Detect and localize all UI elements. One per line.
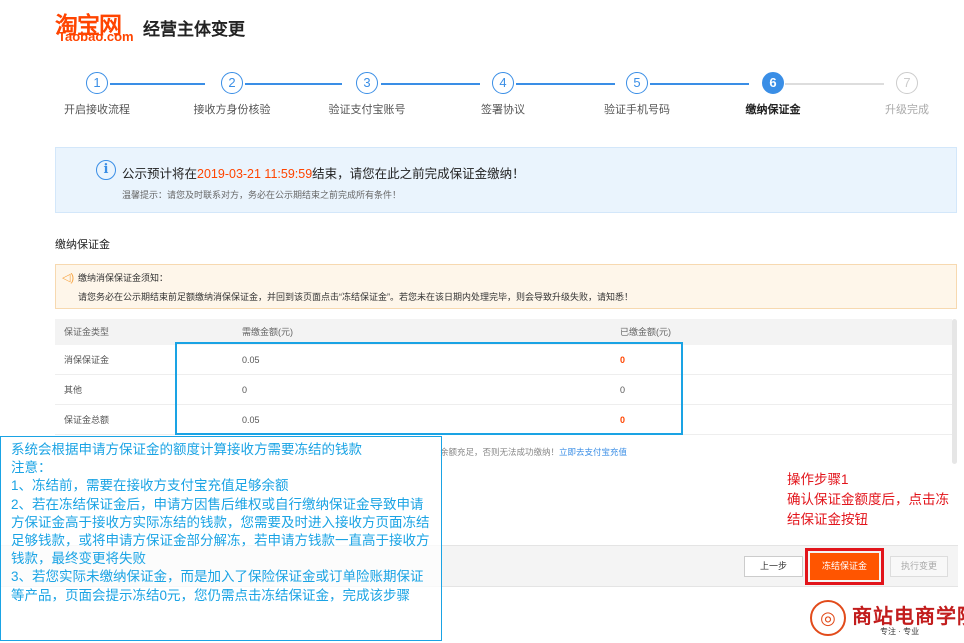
academy-watermark: ◎ 商站电商学院 专注 · 专业 (810, 600, 964, 640)
note-line: 2、若在冻结保证金后，申请方因售后维权或自行缴纳保证金导致申请方保证金高于接收方… (11, 496, 430, 567)
warning-title: 缴纳消保保证金须知： (78, 273, 169, 283)
note-line: 系统会根据申请方保证金的额度计算接收方需要冻结的钱款 (11, 442, 362, 457)
step-6: 6 缴纳保证金 (713, 72, 833, 117)
step-label: 接收方身份核验 (193, 104, 271, 116)
notice-suffix: 结束，请您在此之前完成保证金缴纳！ (312, 167, 525, 181)
info-icon: i (96, 160, 116, 180)
step-label: 缴纳保证金 (745, 104, 801, 116)
notice-tip: 温馨提示：请您及时联系对方，务必在公示期结束之前完成所有条件！ (122, 190, 402, 200)
warning-text: 请您务必在公示期结束前足额缴纳消保保证金，并回到该页面点击“冻结保证金”。若您未… (78, 292, 633, 302)
step-1: 1 开启接收流程 (37, 72, 157, 117)
section-title: 缴纳保证金 (55, 239, 110, 251)
step-label: 签署协议 (481, 104, 525, 116)
column-header: 保证金类型 (64, 327, 110, 337)
recharge-text: 余额充足，否则无法成功缴纳！ (440, 447, 560, 457)
recharge-hint: 余额充足，否则无法成功缴纳！立即去支付宝充值 (440, 446, 627, 458)
step-2: 2 接收方身份核验 (172, 72, 292, 117)
step-7: 7 升级完成 (847, 72, 964, 117)
deposit-warning: ◁) 缴纳消保保证金须知： 请您务必在公示期结束前足额缴纳消保保证金，并回到该页… (55, 264, 957, 309)
step-number: 4 (492, 72, 514, 94)
step-4: 4 签署协议 (443, 72, 563, 117)
deposit-type: 其他 (64, 385, 83, 395)
execute-change-button[interactable]: 执行变更 (890, 556, 948, 577)
speaker-icon: ◁) (62, 272, 75, 284)
taobao-logo[interactable]: 淘宝网 Taobao.com (55, 6, 139, 46)
note-line: 注意： (11, 460, 52, 476)
scrollbar[interactable] (952, 319, 957, 464)
page-title: 经营主体变更 (143, 20, 245, 40)
page-header: 淘宝网 Taobao.com 经营主体变更 (55, 6, 245, 46)
academy-logo-icon: ◎ (810, 600, 846, 636)
step-label: 验证手机号码 (604, 104, 670, 116)
step-3: 3 验证支付宝账号 (307, 72, 427, 117)
annotation-heading: 操作步骤1 (787, 472, 849, 487)
step-number: 1 (86, 72, 108, 94)
deposit-type: 保证金总额 (64, 415, 110, 425)
step-label: 验证支付宝账号 (328, 104, 406, 116)
deposit-type: 消保保证金 (64, 355, 110, 365)
watermark-subtext: 专注 · 专业 (880, 627, 920, 636)
step-number: 3 (356, 72, 378, 94)
previous-step-button[interactable]: 上一步 (744, 556, 803, 577)
note-line: 3、若您实际未缴纳保证金，而是加入了保险保证金或订单险账期保证等产品，页面会提示… (11, 569, 424, 603)
step-number: 6 (762, 72, 784, 94)
note-line: 1、冻结前，需要在接收方支付宝充值足够余额 (11, 478, 289, 494)
step-number: 5 (626, 72, 648, 94)
explanation-note: 系统会根据申请方保证金的额度计算接收方需要冻结的钱款 注意： 1、冻结前，需要在… (0, 436, 442, 641)
notice-deadline: 2019-03-21 11:59:59 (197, 167, 313, 181)
step-label: 开启接收流程 (64, 104, 130, 116)
step-annotation: 操作步骤1 确认保证金额度后，点击冻结保证金按钮 (787, 470, 957, 530)
publicity-notice: i 公示预计将在2019-03-21 11:59:59结束，请您在此之前完成保证… (55, 147, 957, 213)
step-number: 2 (221, 72, 243, 94)
annotation-text: 确认保证金额度后，点击冻结保证金按钮 (787, 492, 949, 527)
watermark-text: 商站电商学院 (852, 604, 964, 628)
step-progress: 1 开启接收流程 2 接收方身份核验 3 验证支付宝账号 4 签署协议 5 验证… (0, 72, 964, 122)
notice-message: 公示预计将在2019-03-21 11:59:59结束，请您在此之前完成保证金缴… (122, 163, 525, 182)
notice-prefix: 公示预计将在 (122, 167, 198, 181)
amount-highlight-box (175, 342, 683, 435)
logo-sub-text: Taobao.com (58, 29, 134, 44)
step-number: 7 (896, 72, 918, 94)
recharge-link[interactable]: 立即去支付宝充值 (559, 447, 627, 457)
freeze-deposit-button[interactable]: 冻结保证金 (805, 548, 884, 585)
step-5: 5 验证手机号码 (577, 72, 697, 117)
step-label: 升级完成 (885, 104, 929, 116)
